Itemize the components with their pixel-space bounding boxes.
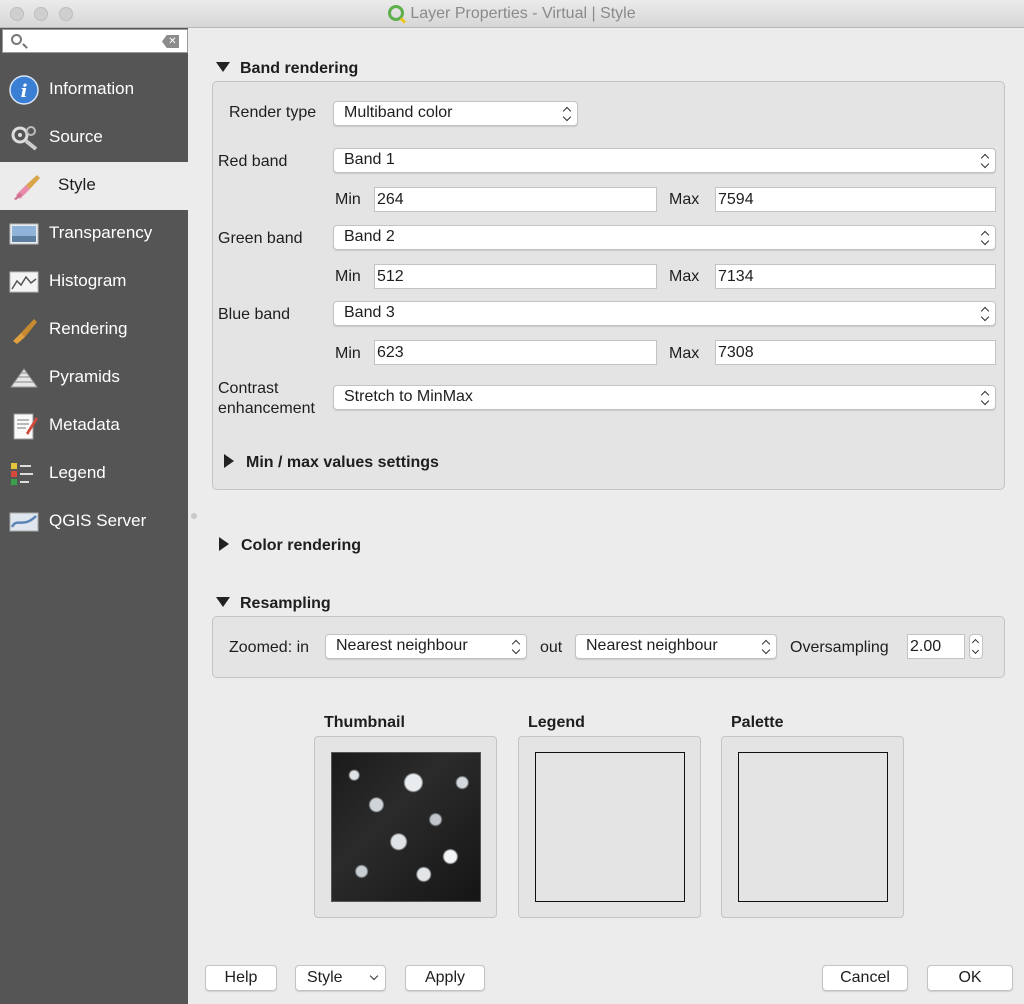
sidebar-item-information[interactable]: i Information [0,66,188,114]
chevron-down-icon [369,971,379,981]
zoomed-out-label: out [540,639,563,656]
thumbnail-title: Thumbnail [324,714,405,731]
sidebar-item-pyramids[interactable]: Pyramids [0,354,188,402]
source-icon [11,126,38,151]
combo-arrows-icon [981,231,989,245]
oversampling-spinner[interactable] [969,634,983,659]
green-min-label: Min [335,268,361,285]
combo-arrows-icon [981,154,989,168]
render-type-combo[interactable]: Multiband color [333,101,578,126]
red-band-combo[interactable]: Band 1 [333,148,996,173]
title-bar: Layer Properties - Virtual | Style [0,0,1024,28]
qgis-logo-icon [388,5,405,21]
search-icon [11,34,22,45]
red-min-field[interactable]: 264 [374,187,657,212]
clear-search-icon[interactable]: ✕ [162,35,179,48]
oversampling-field[interactable]: 2.00 [907,634,965,659]
histogram-icon [9,271,39,293]
blue-min-label: Min [335,345,361,362]
combo-arrows-icon [981,307,989,321]
resampling-header[interactable]: Resampling [216,595,331,613]
red-max-field[interactable]: 7594 [715,187,996,212]
info-icon: i [9,75,39,105]
color-rendering-header[interactable]: Color rendering [219,537,361,555]
ok-button[interactable]: OK [927,965,1013,991]
contrast-enhancement-combo[interactable]: Stretch to MinMax [333,385,996,410]
zoomed-in-combo[interactable]: Nearest neighbour [325,634,527,659]
palette-preview [738,752,888,902]
legend-box [518,736,701,918]
blue-band-combo[interactable]: Band 3 [333,301,996,326]
thumbnail-image [331,752,481,902]
qgis-server-icon [9,512,39,532]
thumbnail-box [314,736,497,918]
legend-title: Legend [528,714,585,731]
sidebar-item-metadata[interactable]: Metadata [0,402,188,450]
render-type-label: Render type [229,104,317,121]
rendering-brush-icon [13,319,37,344]
zoomed-out-combo[interactable]: Nearest neighbour [575,634,777,659]
band-rendering-header[interactable]: Band rendering [216,60,358,78]
sidebar-item-source[interactable]: Source [0,114,188,162]
combo-arrows-icon [762,640,770,654]
green-min-field[interactable]: 512 [374,264,657,289]
palette-box [721,736,904,918]
collapse-triangle-icon [216,62,230,72]
sidebar-item-legend[interactable]: Legend [0,450,188,498]
combo-arrows-icon [981,391,989,405]
style-menu-button[interactable]: Style [295,965,386,991]
legend-icon [11,463,33,485]
blue-min-field[interactable]: 623 [374,340,657,365]
combo-arrows-icon [512,640,520,654]
sidebar-item-rendering[interactable]: Rendering [0,306,188,354]
palette-title: Palette [731,714,784,731]
green-max-field[interactable]: 7134 [715,264,996,289]
red-max-label: Max [669,191,700,208]
minmax-settings-header[interactable]: Min / max values settings [224,454,439,472]
combo-arrows-icon [563,107,571,121]
apply-button[interactable]: Apply [405,965,485,991]
help-button[interactable]: Help [205,965,277,991]
sidebar-item-style[interactable]: Style [0,162,188,210]
blue-max-label: Max [669,345,700,362]
blue-max-field[interactable]: 7308 [715,340,996,365]
sidebar-item-histogram[interactable]: Histogram [0,258,188,306]
green-band-combo[interactable]: Band 2 [333,225,996,250]
expand-triangle-icon [224,454,234,468]
legend-preview [535,752,685,902]
window-title: Layer Properties - Virtual | Style [0,5,1024,23]
red-min-label: Min [335,191,361,208]
svg-text:i: i [21,81,28,102]
transparency-icon [9,223,39,245]
red-band-label: Red band [218,153,288,170]
zoomed-in-label: Zoomed: in [229,639,310,656]
blue-band-label: Blue band [218,306,291,323]
expand-triangle-icon [219,537,229,551]
green-max-label: Max [669,268,700,285]
cancel-button[interactable]: Cancel [822,965,908,991]
oversampling-label: Oversampling [790,639,889,656]
metadata-icon [13,413,38,440]
contrast-label: Contrast [218,380,279,397]
sidebar-item-transparency[interactable]: Transparency [0,210,188,258]
enhancement-label: enhancement [218,400,315,417]
pyramids-icon [10,368,38,388]
collapse-triangle-icon [216,597,230,607]
green-band-label: Green band [218,230,303,247]
sidebar-item-qgis-server[interactable]: QGIS Server [0,498,188,546]
sidebar: ✕ i Information Source Style Transparenc… [0,28,188,1004]
panel-splitter-handle[interactable] [191,513,197,519]
sidebar-search-input[interactable]: ✕ [2,29,188,53]
style-brush-icon [14,175,40,200]
